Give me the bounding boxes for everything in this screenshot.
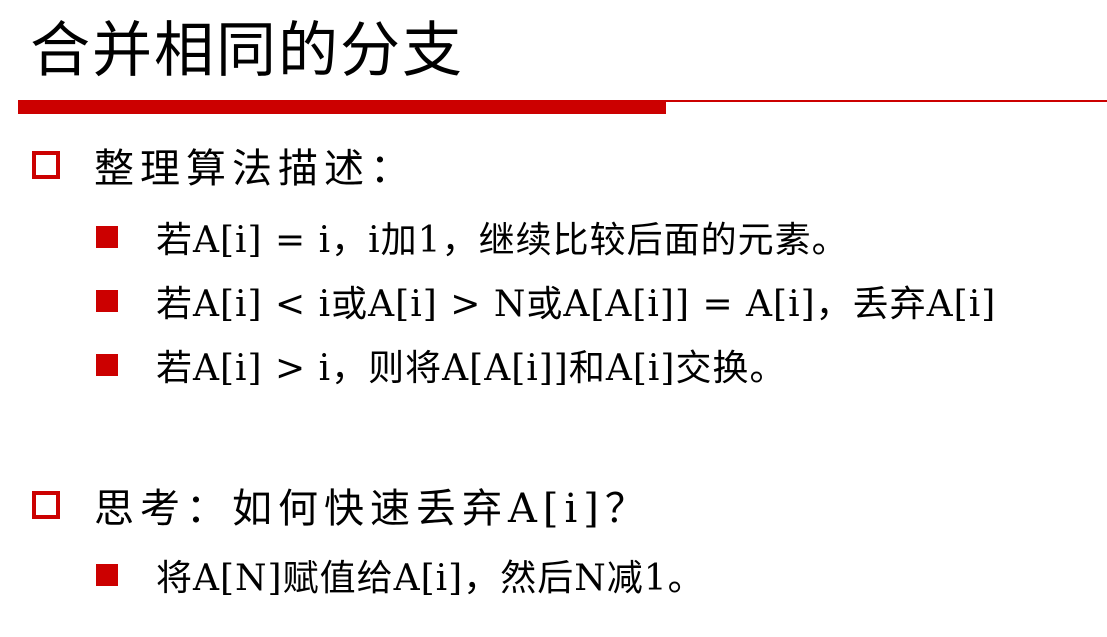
list-item-text: 若A[i] > i，则将A[A[i]]和A[i]交换。 — [156, 348, 787, 389]
hollow-square-icon — [32, 491, 60, 519]
list-item-text: 将A[N]赋值给A[i]，然后N减1。 — [156, 558, 705, 599]
list-item-text: 若A[i] < i或A[i] > N或A[A[i]] = A[i]，丢弃A[i] — [156, 284, 997, 325]
title-underline-thin — [666, 100, 1107, 102]
section-heading-question: 思考：如何快速丢弃A[i]？ — [32, 477, 651, 533]
list-item: 若A[i] > i，则将A[A[i]]和A[i]交换。 — [96, 340, 786, 390]
section-heading-text: 思考：如何快速丢弃A[i]？ — [94, 486, 651, 532]
list-item-text: 若A[i] = i，i加1，继续比较后面的元素。 — [156, 220, 849, 261]
filled-square-icon — [96, 564, 118, 586]
section-heading-algorithm: 整理算法描述： — [32, 137, 416, 193]
hollow-square-icon — [32, 151, 60, 179]
title-underline-thick — [18, 100, 666, 114]
section-heading-text: 整理算法描述： — [94, 146, 416, 192]
list-item: 若A[i] < i或A[i] > N或A[A[i]] = A[i]，丢弃A[i] — [96, 276, 996, 326]
list-item: 若A[i] = i，i加1，继续比较后面的元素。 — [96, 212, 849, 262]
list-item: 将A[N]赋值给A[i]，然后N减1。 — [96, 550, 705, 600]
filled-square-icon — [96, 226, 118, 248]
slide-title: 合并相同的分支 — [30, 16, 464, 86]
filled-square-icon — [96, 354, 118, 376]
filled-square-icon — [96, 290, 118, 312]
